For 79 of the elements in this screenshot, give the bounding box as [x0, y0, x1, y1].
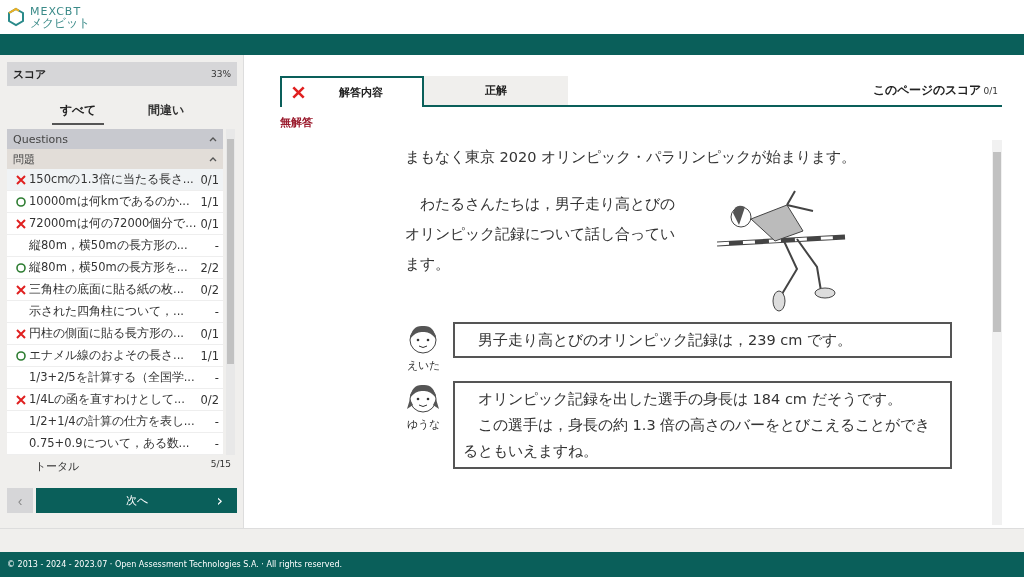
page-score-label: このページのスコア	[872, 82, 981, 99]
cross-icon	[292, 86, 305, 99]
question-score: 0/1	[200, 216, 219, 231]
question-title: エナメル線のおよその長さ...	[29, 348, 185, 363]
circle-icon	[16, 350, 26, 361]
chevron-up-icon	[209, 136, 217, 142]
logo-text: MEXCBT	[30, 5, 83, 17]
question-score: 2/2	[200, 260, 219, 275]
cube-logo-icon	[6, 7, 26, 27]
result-tab[interactable]: 正解	[424, 76, 568, 105]
cross-icon	[16, 394, 26, 405]
speaker-name: えいた	[406, 358, 440, 373]
question-intro: まもなく東京 2020 オリンピック・パラリンピックが始まります。	[405, 148, 858, 167]
section-header[interactable]: Questions	[7, 129, 223, 149]
question-item[interactable]: 三角柱の底面に貼る紙の枚... 0/2	[7, 279, 223, 301]
question-score: 1/1	[200, 348, 219, 363]
question-item[interactable]: 示された四角柱について，... -	[7, 301, 223, 323]
question-title: 1/3+2/5を計算する（全国学...	[29, 370, 196, 385]
speech-text: 男子走り高とびのオリンピック記録は，239 cm です。	[477, 331, 853, 350]
question-title: 0.75+0.9について，ある数...	[29, 436, 191, 451]
section-title: Questions	[13, 132, 68, 146]
logo-subtitle: メクビット	[30, 16, 90, 29]
question-item[interactable]: 150cmの1.3倍に当たる長さ... 0/1	[7, 169, 223, 191]
question-score: -	[214, 238, 219, 253]
question-score: -	[214, 370, 219, 385]
filter-tab[interactable]: 間違い	[140, 100, 192, 125]
question-score: 0/1	[200, 326, 219, 341]
circle-icon	[16, 196, 26, 207]
question-score: 0/2	[200, 282, 219, 297]
question-item[interactable]: 1/2+1/4の計算の仕方を表し... -	[7, 411, 223, 433]
question-title: 三角柱の底面に貼る紙の枚...	[29, 282, 185, 297]
cross-icon	[16, 218, 26, 229]
page-score-value: 0/1	[983, 86, 998, 96]
question-item[interactable]: 縦80m，横50mの長方形の... -	[7, 235, 223, 257]
question-title: 円柱の側面に貼る長方形の...	[29, 326, 185, 341]
question-item[interactable]: 縦80m，横50mの長方形を... 2/2	[7, 257, 223, 279]
question-item[interactable]: 1/3+2/5を計算する（全国学... -	[7, 367, 223, 389]
question-title: 1/2+1/4の計算の仕方を表し...	[29, 414, 196, 429]
question-item[interactable]: 72000mは何の72000個分で... 0/1	[7, 213, 223, 235]
total-label: トータル	[35, 459, 79, 474]
group-header[interactable]: 問題	[7, 149, 223, 169]
question-score: -	[214, 436, 219, 451]
filter-tab[interactable]: すべて	[52, 100, 104, 125]
question-item[interactable]: エナメル線のおよその長さ... 1/1	[7, 345, 223, 367]
question-score: -	[214, 304, 219, 319]
question-score: 0/1	[200, 172, 219, 187]
cross-icon	[16, 284, 26, 295]
cross-icon	[16, 328, 26, 339]
copyright-text: © 2013 - 2024 - 2023.07 · Open Assessment Technologies S.A. · All rights reserved.	[0, 552, 1024, 577]
total-value: 5/15	[210, 459, 231, 471]
speech-text: この選手は，身長の約 1.3 倍の高さのバーをとびこえることができるともいえますね。	[463, 416, 932, 461]
group-title: 問題	[13, 151, 35, 167]
result-tab[interactable]: 解答内容	[280, 76, 424, 107]
question-title: 示された四角柱について，...	[29, 304, 185, 319]
score-label: スコア	[13, 66, 46, 82]
question-item[interactable]: 円柱の側面に貼る長方形の... 0/1	[7, 323, 223, 345]
answer-status: 無解答	[280, 115, 314, 130]
question-item[interactable]: 10000mは何kmであるのか... 1/1	[7, 191, 223, 213]
question-item[interactable]: 0.75+0.9について，ある数... -	[7, 433, 223, 455]
question-title: 縦80m，横50mの長方形を...	[29, 260, 189, 275]
question-score: 1/1	[200, 194, 219, 209]
question-title: 72000mは何の72000個分で...	[29, 216, 198, 231]
question-title: 1/4Lの函を直すわけとして...	[29, 392, 186, 407]
question-item[interactable]: 1/4Lの函を直すわけとして... 0/2	[7, 389, 223, 411]
question-score: 0/2	[200, 392, 219, 407]
score-value: 33%	[211, 69, 231, 79]
scrollbar[interactable]	[992, 140, 1002, 525]
chevron-up-icon	[209, 156, 217, 162]
question-title: 縦80m，横50mの長方形の...	[29, 238, 189, 253]
cross-icon	[16, 174, 26, 185]
scrollbar[interactable]	[226, 129, 235, 455]
circle-icon	[16, 262, 26, 273]
question-score: -	[214, 414, 219, 429]
speech-text: オリンピック記録を出した選手の身長は 184 cm だそうです。	[477, 390, 903, 409]
question-paragraph: わたるさんたちは，男子走り高とびのオリンピック記録について話し合っています。	[405, 195, 676, 274]
question-title: 10000mは何kmであるのか...	[29, 194, 191, 209]
speaker-name: ゆうな	[406, 417, 440, 432]
question-title: 150cmの1.3倍に当たる長さ...	[29, 172, 195, 187]
next-button[interactable]: 次へ ›	[36, 488, 237, 513]
